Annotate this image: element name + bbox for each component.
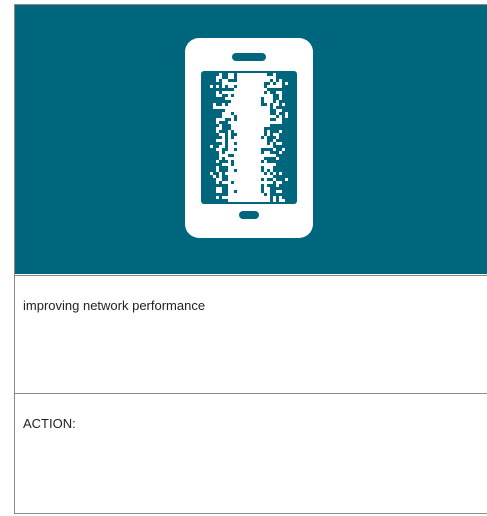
action-section: ACTION: — [15, 394, 487, 515]
action-label: ACTION: — [23, 416, 76, 431]
hero-banner — [15, 5, 487, 274]
description-section: improving network performance — [15, 275, 487, 394]
smartphone-signal-icon — [185, 38, 313, 238]
info-card: improving network performance ACTION: — [14, 4, 487, 514]
description-text: improving network performance — [23, 298, 206, 313]
